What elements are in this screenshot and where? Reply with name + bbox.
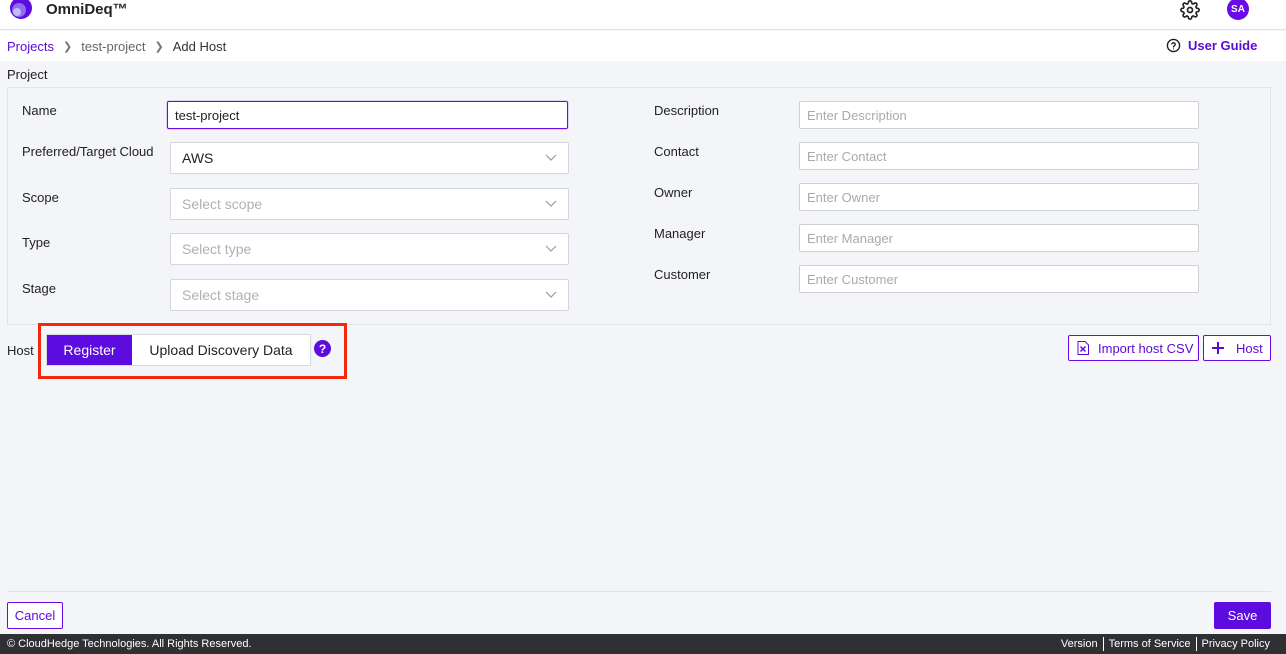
host-mode-toggle: Register Upload Discovery Data <box>46 334 311 366</box>
cloud-label: Preferred/Target Cloud <box>22 144 154 159</box>
owner-placeholder: Enter Owner <box>807 189 880 205</box>
copyright-text: © CloudHedge Technologies. All Rights Re… <box>7 638 252 650</box>
breadcrumb-current: Add Host <box>172 39 227 54</box>
user-avatar[interactable]: SA <box>1227 0 1249 20</box>
gear-icon[interactable] <box>1180 0 1200 20</box>
chevron-right-icon: ❯ <box>62 41 73 53</box>
question-mark-icon[interactable]: ? <box>314 340 331 357</box>
divider <box>7 591 1271 592</box>
cloud-select[interactable]: AWS <box>170 142 569 174</box>
register-tab[interactable]: Register <box>47 335 132 365</box>
top-bar: OmniDeq™ SA <box>0 0 1286 30</box>
description-label: Description <box>654 103 720 118</box>
customer-field[interactable]: Enter Customer <box>799 265 1199 293</box>
breadcrumb-projects-link[interactable]: Projects <box>7 39 54 54</box>
upload-discovery-data-tab[interactable]: Upload Discovery Data <box>132 335 310 365</box>
omnideq-logo-icon[interactable] <box>9 0 33 20</box>
scope-select[interactable]: Select scope <box>170 188 569 220</box>
app-name: OmniDeq™ <box>46 1 128 18</box>
project-form-panel: Name test-project Preferred/Target Cloud… <box>7 87 1271 325</box>
contact-field[interactable]: Enter Contact <box>799 142 1199 170</box>
footer-links: Version Terms of Service Privacy Policy <box>1061 637 1270 651</box>
project-section-title: Project <box>7 67 48 82</box>
cloud-select-value: AWS <box>182 150 214 166</box>
user-guide-label: User Guide <box>1188 38 1258 53</box>
breadcrumb: Projects ❯ test-project ❯ Add Host <box>7 39 226 54</box>
plus-icon <box>1212 342 1224 354</box>
stage-select-placeholder: Select stage <box>182 287 260 303</box>
contact-label: Contact <box>654 144 699 159</box>
customer-placeholder: Enter Customer <box>807 271 899 287</box>
footer-separator <box>1102 637 1104 651</box>
host-section-label: Host <box>7 343 34 358</box>
customer-label: Customer <box>654 267 711 282</box>
manager-label: Manager <box>654 226 706 241</box>
import-host-csv-label: Import host CSV <box>1098 340 1194 356</box>
user-guide-link[interactable]: User Guide <box>1166 38 1257 53</box>
name-field[interactable]: test-project <box>167 101 568 129</box>
chevron-down-icon <box>545 154 557 161</box>
type-label: Type <box>22 235 51 250</box>
add-host-label: Host <box>1236 340 1263 356</box>
scope-label: Scope <box>22 190 59 205</box>
owner-field[interactable]: Enter Owner <box>799 183 1199 211</box>
description-field[interactable]: Enter Description <box>799 101 1199 129</box>
import-host-csv-button[interactable]: Import host CSV <box>1068 335 1199 361</box>
breadcrumb-project-link[interactable]: test-project <box>81 39 145 54</box>
name-label: Name <box>22 103 57 118</box>
stage-select[interactable]: Select stage <box>170 279 569 311</box>
type-select[interactable]: Select type <box>170 233 569 265</box>
chevron-down-icon <box>545 291 557 298</box>
footer: © CloudHedge Technologies. All Rights Re… <box>0 634 1286 654</box>
manager-field[interactable]: Enter Manager <box>799 224 1199 252</box>
privacy-policy-link[interactable]: Privacy Policy <box>1202 638 1270 650</box>
description-placeholder: Enter Description <box>807 107 907 123</box>
terms-of-service-link[interactable]: Terms of Service <box>1109 638 1191 650</box>
chevron-down-icon <box>545 245 557 252</box>
help-circle-icon <box>1166 38 1181 53</box>
stage-label: Stage <box>22 281 56 296</box>
manager-placeholder: Enter Manager <box>807 230 893 246</box>
csv-file-icon <box>1077 341 1089 355</box>
type-select-placeholder: Select type <box>182 241 252 257</box>
breadcrumb-bar: Projects ❯ test-project ❯ Add Host User … <box>0 31 1286 61</box>
contact-placeholder: Enter Contact <box>807 148 887 164</box>
chevron-right-icon: ❯ <box>154 41 164 53</box>
owner-label: Owner <box>654 185 693 200</box>
name-field-value: test-project <box>175 107 240 123</box>
version-link[interactable]: Version <box>1061 638 1098 650</box>
footer-separator <box>1195 637 1197 651</box>
cancel-button[interactable]: Cancel <box>7 602 63 629</box>
add-host-button[interactable]: Host <box>1203 335 1271 361</box>
scope-select-placeholder: Select scope <box>182 196 263 212</box>
chevron-down-icon <box>545 200 557 207</box>
save-button[interactable]: Save <box>1214 602 1271 629</box>
